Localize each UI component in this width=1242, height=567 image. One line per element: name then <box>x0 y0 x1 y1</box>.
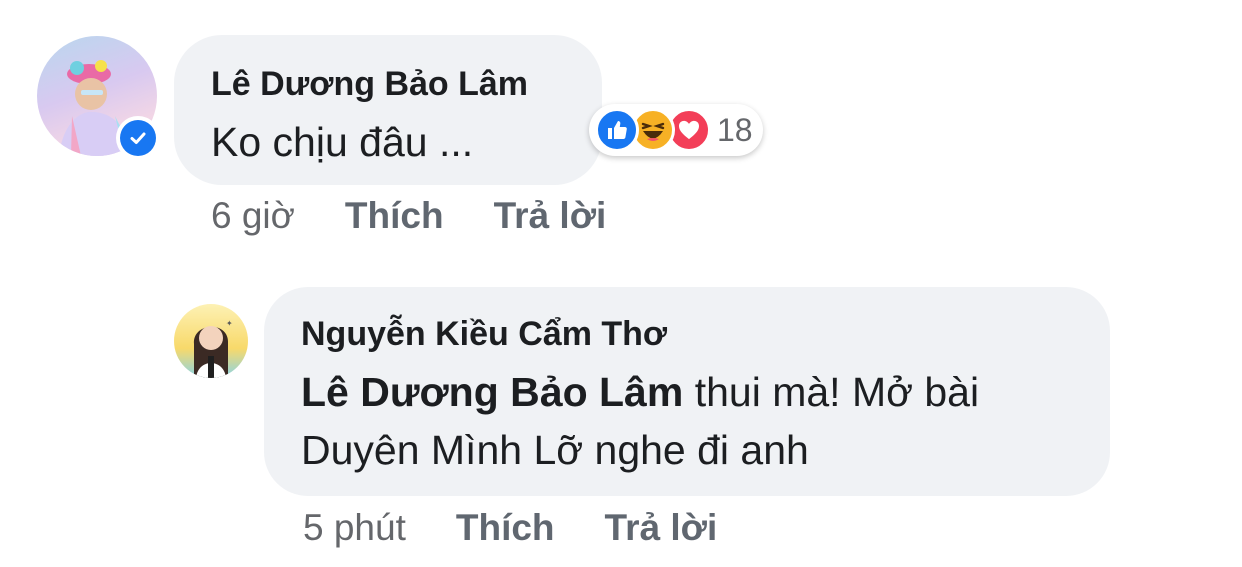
reply-like-button[interactable]: Thích <box>456 507 555 549</box>
like-button[interactable]: Thích <box>345 195 444 237</box>
reply-timestamp[interactable]: 5 phút <box>303 507 406 549</box>
mention-link[interactable]: Lê Dương Bảo Lâm <box>301 369 683 415</box>
reply-author-name[interactable]: Nguyễn Kiều Cẩm Thơ <box>301 315 667 354</box>
reply-button[interactable]: Trả lời <box>494 195 607 237</box>
verified-badge-icon <box>116 116 160 160</box>
comment-author-name[interactable]: Lê Dương Bảo Lâm <box>211 65 528 104</box>
reply-reply-button[interactable]: Trả lời <box>605 507 718 549</box>
svg-text:✦: ✦ <box>226 319 233 328</box>
like-icon <box>595 108 639 152</box>
reaction-count: 18 <box>717 111 753 148</box>
reply-bubble: Nguyễn Kiều Cẩm Thơ Lê Dương Bảo Lâm thu… <box>264 287 1110 496</box>
comment-bubble: Lê Dương Bảo Lâm Ko chịu đâu ... <box>174 35 602 185</box>
reply-text-line-1: Lê Dương Bảo Lâm thui mà! Mở bài <box>301 369 979 416</box>
comment-timestamp[interactable]: 6 giờ <box>211 195 295 237</box>
comment-actions: 6 giờ Thích Trả lời <box>211 195 607 237</box>
reaction-summary[interactable]: 18 <box>589 104 763 156</box>
reply-text-rest: thui mà! Mở bài <box>683 369 980 415</box>
comment-text: Ko chịu đâu ... <box>211 119 474 165</box>
reply-actions: 5 phút Thích Trả lời <box>303 507 718 549</box>
reply-text-line-2: Duyên Mình Lỡ nghe đi anh <box>301 427 809 473</box>
avatar-nguyen-kieu-cam-tho[interactable]: ✦ <box>174 304 248 378</box>
